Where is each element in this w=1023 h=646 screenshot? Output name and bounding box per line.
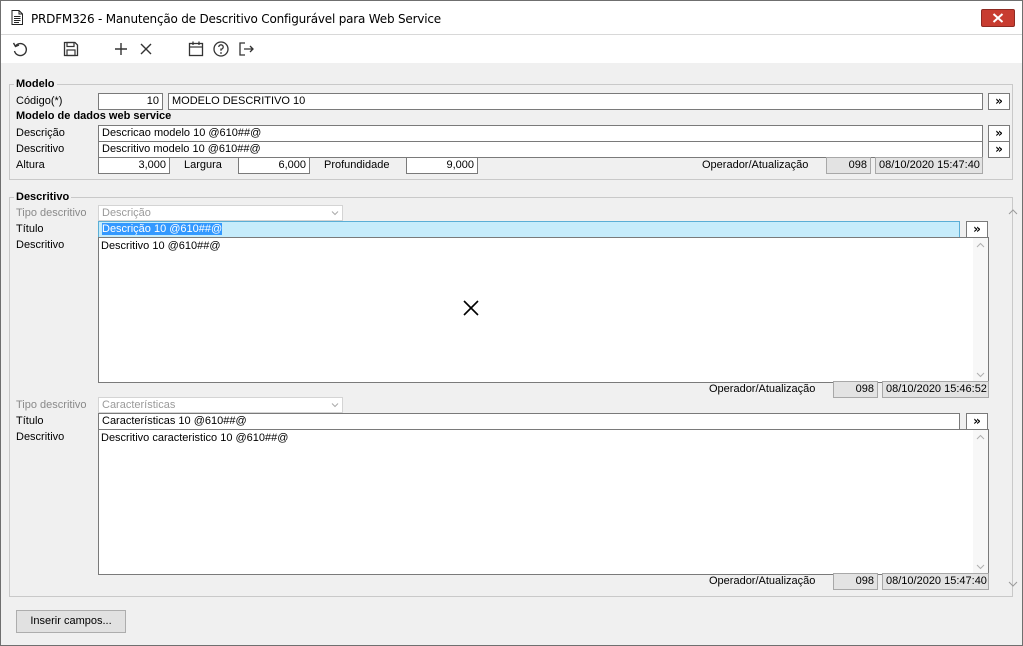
codigo-label: Código(*) xyxy=(16,95,63,107)
descritivo-caracteristicas-textarea[interactable]: Descritivo caracteristico 10 @610##@ xyxy=(98,429,989,575)
content-area: Modelo Código(*) 10 MODELO DESCRITIVO 10… xyxy=(2,63,1021,645)
descritivo-scrollbar[interactable] xyxy=(973,238,988,382)
close-icon xyxy=(140,43,152,55)
profundidade-input[interactable]: 9,000 xyxy=(406,157,478,174)
tipo-caracteristicas-label: Tipo descritivo xyxy=(16,399,87,411)
document-icon xyxy=(11,10,23,25)
inserir-campos-button[interactable]: Inserir campos... xyxy=(16,610,126,633)
close-icon xyxy=(992,13,1004,23)
tipo-descritivo-label: Tipo descritivo xyxy=(16,207,87,219)
refresh-button[interactable] xyxy=(9,38,31,60)
tipo-caracteristicas-value: Características xyxy=(102,399,176,411)
scroll-down-icon xyxy=(976,372,985,378)
titulo-caracteristicas-input[interactable]: Características 10 @610##@ xyxy=(98,413,960,430)
descritivo-text: Descritivo 10 @610##@ xyxy=(101,240,221,252)
descricao-label: Descrição xyxy=(16,127,65,139)
titulo-selected-text: Descrição 10 @610##@ xyxy=(102,223,223,235)
ws-operador-label: Operador/Atualização xyxy=(702,159,809,171)
mouse-cursor-x-icon xyxy=(463,300,479,316)
titulo-expand-button[interactable]: » xyxy=(966,221,988,238)
scroll-down-icon xyxy=(1008,581,1018,587)
ws-descricao-expand-button[interactable]: » xyxy=(988,125,1010,142)
titulo-caracteristicas-label: Título xyxy=(16,415,44,427)
altura-label: Altura xyxy=(16,159,45,171)
altura-input[interactable]: 3,000 xyxy=(98,157,170,174)
descritivo-caracteristicas-text: Descritivo caracteristico 10 @610##@ xyxy=(101,432,289,444)
window-close-button[interactable] xyxy=(981,9,1015,27)
titulo-caracteristicas-expand-button[interactable]: » xyxy=(966,413,988,430)
calendar-button[interactable] xyxy=(185,38,207,60)
modelo-title: Modelo xyxy=(14,78,57,90)
carac-operador-label: Operador/Atualização xyxy=(709,575,816,587)
save-icon xyxy=(63,41,79,57)
largura-input[interactable]: 6,000 xyxy=(238,157,310,174)
plus-icon xyxy=(115,43,127,55)
codigo-input[interactable]: 10 xyxy=(98,93,163,110)
caracteristicas-scrollbar[interactable] xyxy=(973,430,988,574)
tipo-caracteristicas-select[interactable]: Características xyxy=(98,397,343,413)
carac-atualizacao-field: 08/10/2020 15:47:40 xyxy=(882,573,989,590)
descritivo-textarea[interactable]: Descritivo 10 @610##@ xyxy=(98,237,989,383)
chevron-down-icon xyxy=(331,211,339,216)
title-bar: PRDFM326 - Manutenção de Descritivo Conf… xyxy=(1,1,1022,35)
descritivo-title: Descritivo xyxy=(14,191,72,203)
scroll-up-icon xyxy=(976,242,985,248)
add-button[interactable] xyxy=(110,38,132,60)
tipo-descritivo-value: Descrição xyxy=(102,207,151,219)
scroll-up-icon xyxy=(976,434,985,440)
window-title: PRDFM326 - Manutenção de Descritivo Conf… xyxy=(31,12,441,26)
exit-button[interactable] xyxy=(235,38,257,60)
titulo-input[interactable]: Descrição 10 @610##@ xyxy=(98,221,960,238)
descritivo-group-scrollbar[interactable] xyxy=(1006,203,1020,593)
toolbar xyxy=(1,35,1022,63)
modelo-lookup-button[interactable]: » xyxy=(988,93,1010,110)
help-icon xyxy=(213,41,229,57)
exit-icon xyxy=(239,42,254,56)
calendar-icon xyxy=(188,41,204,57)
delete-button[interactable] xyxy=(135,38,157,60)
desc-operador-field: 098 xyxy=(833,381,878,398)
save-button[interactable] xyxy=(60,38,82,60)
descritivo-caracteristicas-label: Descritivo xyxy=(16,431,65,443)
ws-descricao-input[interactable]: Descricao modelo 10 @610##@ xyxy=(98,125,983,142)
ws-descritivo-expand-button[interactable]: » xyxy=(988,141,1010,158)
profundidade-label: Profundidade xyxy=(324,159,390,171)
descritivo-label: Descritivo xyxy=(16,143,65,155)
descritivo-text-label: Descritivo xyxy=(16,239,65,251)
chevron-down-icon xyxy=(331,403,339,408)
desc-operador-label: Operador/Atualização xyxy=(709,383,816,395)
undo-icon xyxy=(12,42,27,57)
scroll-down-icon xyxy=(976,564,985,570)
main-window: PRDFM326 - Manutenção de Descritivo Conf… xyxy=(0,0,1023,646)
ws-title: Modelo de dados web service xyxy=(14,110,174,122)
carac-operador-field: 098 xyxy=(833,573,878,590)
titulo-label: Título xyxy=(16,223,44,235)
largura-label: Largura xyxy=(184,159,222,171)
ws-atualizacao-field: 08/10/2020 15:47:40 xyxy=(875,157,983,174)
tipo-descritivo-select[interactable]: Descrição xyxy=(98,205,343,221)
help-button[interactable] xyxy=(210,38,232,60)
codigo-description-field: MODELO DESCRITIVO 10 xyxy=(168,93,983,110)
scroll-up-icon xyxy=(1008,209,1018,215)
ws-descritivo-input[interactable]: Descritivo modelo 10 @610##@ xyxy=(98,141,983,158)
ws-operador-field: 098 xyxy=(826,157,871,174)
desc-atualizacao-field: 08/10/2020 15:46:52 xyxy=(882,381,989,398)
